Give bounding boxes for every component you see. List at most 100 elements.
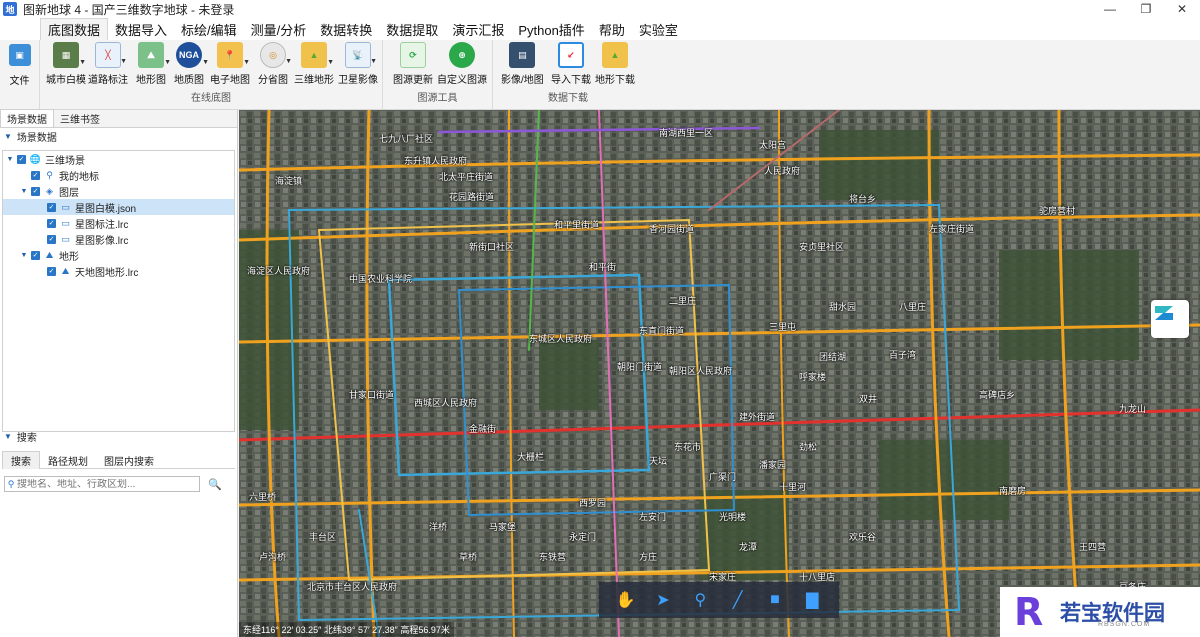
geology-icon: NGA ▼ bbox=[176, 42, 209, 68]
electronic-map-button[interactable]: 📍 ▼ 电子地图 bbox=[210, 42, 250, 86]
tab-data-extract[interactable]: 数据提取 bbox=[379, 18, 445, 40]
window-title: 图新地球 4 - 国产三维数字地球 - 未登录 bbox=[23, 2, 235, 17]
topo-map-button[interactable]: ⛰ ▼ 地形图 bbox=[136, 42, 171, 86]
search-header[interactable]: ▼ 搜索 bbox=[0, 428, 237, 444]
map-label: 广渠门 bbox=[709, 472, 737, 482]
search-button[interactable]: 🔍 bbox=[206, 476, 224, 492]
map-label: 潘家园 bbox=[759, 460, 787, 470]
monitor-icon: ▭ bbox=[61, 217, 70, 228]
map-label: 左安门 bbox=[639, 512, 667, 522]
tree-node-star-imagery[interactable]: ✓ ▭ 星图影像.lrc bbox=[3, 231, 234, 247]
tab-annotate-edit[interactable]: 标绘/编辑 bbox=[174, 18, 244, 40]
custom-source-button[interactable]: ⊕ 自定义图源 bbox=[437, 42, 487, 86]
tab-lab[interactable]: 实验室 bbox=[632, 18, 685, 40]
map-label: 朝阳区人民政府 bbox=[669, 366, 733, 376]
search-input[interactable] bbox=[17, 478, 197, 490]
ribbon: ▣ 文件 ▦ ▼ 城市白模 ╳ ▼ 道路标注 ⛰ ▼ 地形图 NGA ▼ 地质图 📍 ▼ … bbox=[0, 40, 1200, 110]
tree-node-terrain[interactable]: ▼ ✓ ⛰ 地形 bbox=[3, 247, 234, 263]
app-launcher-button[interactable] bbox=[1151, 300, 1189, 338]
expand-icon[interactable]: ▼ bbox=[19, 252, 29, 259]
expand-icon[interactable]: ▼ bbox=[19, 188, 29, 195]
tab-data-import[interactable]: 数据导入 bbox=[108, 18, 174, 40]
refresh-icon: ⟳ bbox=[400, 42, 426, 68]
expand-icon[interactable]: ▼ bbox=[5, 156, 15, 163]
map-label: 朝阳门街道 bbox=[617, 362, 663, 372]
map-label: 洋桥 bbox=[429, 522, 448, 532]
search-tabs: 搜索 路径规划 图层内搜索 bbox=[2, 451, 235, 469]
map-label: 花园路街道 bbox=[449, 192, 495, 202]
monitor-icon: ▭ bbox=[61, 201, 70, 212]
rectangle-icon[interactable]: ■ bbox=[762, 587, 788, 613]
tree-node-my-landmarks[interactable]: ✓ ⚲ 我的地标 bbox=[3, 167, 234, 183]
satellite-icon: 📡 ▼ bbox=[345, 42, 377, 68]
tree-node-star-label[interactable]: ✓ ▭ 星图标注.lrc bbox=[3, 215, 234, 231]
checkbox[interactable]: ✓ bbox=[47, 266, 56, 276]
map-label: 天坛 bbox=[649, 456, 668, 466]
chart-icon[interactable]: ▇ bbox=[799, 587, 825, 613]
checkbox[interactable]: ✓ bbox=[47, 202, 56, 212]
import-download-button[interactable]: ↙ 导入下载 bbox=[551, 42, 591, 86]
checkbox[interactable]: ✓ bbox=[17, 154, 26, 164]
map-label: 左家庄街道 bbox=[929, 224, 975, 234]
search-section: ▼ 搜索 bbox=[0, 428, 237, 444]
minimize-button[interactable]: — bbox=[1092, 0, 1128, 18]
imagery-map-download-button[interactable]: ▤ 影像/地图 bbox=[501, 42, 544, 86]
pointer-icon[interactable]: ➤ bbox=[650, 587, 676, 613]
map-label: 光明楼 bbox=[719, 512, 747, 522]
tab-help[interactable]: 帮助 bbox=[592, 18, 632, 40]
province-map-button[interactable]: ◎ ▼ 分省图 bbox=[258, 42, 292, 86]
road-label-button[interactable]: ╳ ▼ 道路标注 bbox=[88, 42, 128, 86]
menu-bar: 底图数据 数据导入 标绘/编辑 测量/分析 数据转换 数据提取 演示汇报 Pyt… bbox=[0, 18, 1200, 40]
tab-presentation[interactable]: 演示汇报 bbox=[445, 18, 511, 40]
checkbox[interactable]: ✓ bbox=[31, 250, 40, 260]
hand-icon[interactable]: ✋ bbox=[613, 587, 639, 613]
map-label: 东直门街道 bbox=[639, 326, 685, 336]
tree-node-star-model[interactable]: ✓ ▭ 星图白模.json bbox=[3, 199, 234, 215]
geology-map-button[interactable]: NGA ▼ 地质图 bbox=[174, 42, 209, 86]
watermark-logo: R bbox=[1014, 590, 1044, 634]
tab-data-convert[interactable]: 数据转换 bbox=[313, 18, 379, 40]
map-label: 太阳宫 bbox=[759, 140, 787, 150]
tab-measure-analysis[interactable]: 测量/分析 bbox=[244, 18, 314, 40]
map-label: 六里桥 bbox=[249, 492, 277, 502]
cube-icon: ▣ bbox=[8, 44, 31, 66]
city-model-button[interactable]: ▦ ▼ 城市白模 bbox=[46, 42, 86, 86]
tab-3d-bookmarks[interactable]: 三维书签 bbox=[54, 109, 106, 127]
close-button[interactable]: ✕ bbox=[1164, 0, 1200, 18]
file-button[interactable]: ▣ 文件 bbox=[0, 40, 40, 110]
satellite-imagery-button[interactable]: 📡 ▼ 卫星影像 bbox=[338, 42, 378, 86]
tab-scene-data[interactable]: 场景数据 bbox=[0, 109, 54, 127]
tab-search[interactable]: 搜索 bbox=[2, 451, 40, 469]
group-label-source-tools: 图源工具 bbox=[417, 93, 458, 104]
checkbox[interactable]: ✓ bbox=[31, 186, 40, 196]
tab-python-plugin[interactable]: Python插件 bbox=[511, 18, 591, 40]
map-view[interactable]: 七九八厂社区 南湖西里一区 太阳宫 海淀镇 东升镇人民政府 北太平庄街道 人民政… bbox=[239, 110, 1200, 637]
watermark: R 若宝软件园 RBSGN.COM bbox=[1000, 587, 1200, 637]
group-source-tools: ⟳ 图源更新 ⊕ 自定义图源 图源工具 bbox=[383, 40, 493, 110]
tab-layer-search[interactable]: 图层内搜索 bbox=[96, 451, 162, 469]
checkbox[interactable]: ✓ bbox=[47, 218, 56, 228]
tree-node-3d-scene[interactable]: ▼ ✓ 🌐 三维场景 bbox=[3, 151, 234, 167]
terrain-download-icon: ▲ bbox=[602, 42, 628, 68]
map-label: 三里屯 bbox=[769, 322, 797, 332]
group-online-basemap: ▦ ▼ 城市白模 ╳ ▼ 道路标注 ⛰ ▼ 地形图 NGA ▼ 地质图 📍 ▼ 电子地图 … bbox=[40, 40, 383, 110]
map-label: 南湖西里一区 bbox=[659, 128, 714, 138]
scene-data-title: 场景数据 bbox=[16, 132, 57, 144]
pin-icon[interactable]: ⚲ bbox=[687, 587, 713, 613]
map-label: 人民政府 bbox=[764, 166, 801, 176]
tree-node-tianditu-terrain[interactable]: ✓ ⛰ 天地图地形.lrc bbox=[3, 263, 234, 279]
maximize-button[interactable]: ❐ bbox=[1128, 0, 1164, 18]
scene-data-header[interactable]: ▼ 场景数据 bbox=[0, 128, 237, 144]
3d-terrain-button[interactable]: ▲ ▼ 三维地形 bbox=[294, 42, 334, 86]
terrain-download-button[interactable]: ▲ 地形下载 bbox=[595, 42, 635, 86]
tree-node-layers[interactable]: ▼ ✓ ◈ 图层 bbox=[3, 183, 234, 199]
map-label: 北太平庄街道 bbox=[439, 172, 494, 182]
map-label: 劲松 bbox=[799, 442, 818, 452]
map-label: 九龙山 bbox=[1119, 404, 1147, 414]
checkbox[interactable]: ✓ bbox=[31, 170, 40, 180]
checkbox[interactable]: ✓ bbox=[47, 234, 56, 244]
line-icon[interactable]: ╱ bbox=[725, 587, 751, 613]
tab-route-planning[interactable]: 路径规划 bbox=[40, 451, 96, 469]
tab-basemap-data[interactable]: 底图数据 bbox=[40, 18, 109, 40]
source-update-button[interactable]: ⟳ 图源更新 bbox=[393, 42, 433, 86]
